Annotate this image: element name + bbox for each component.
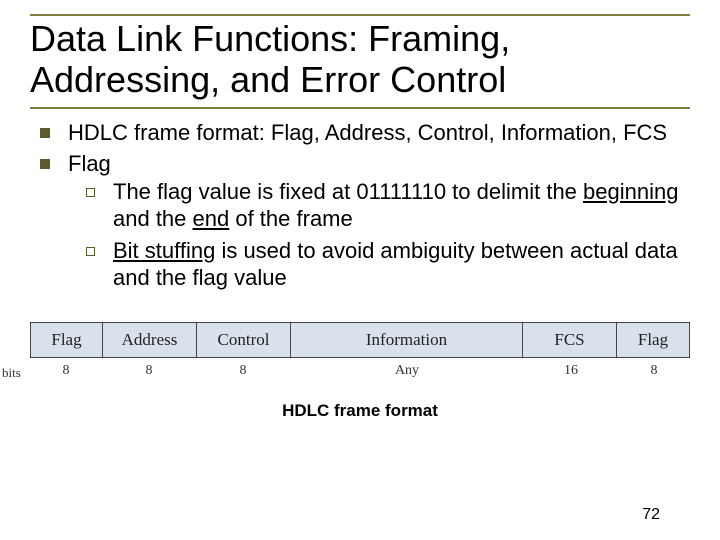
frame-col-flag-end: Flag	[617, 323, 689, 357]
bits-value: 8	[30, 358, 102, 379]
frame-bits-row: 8 8 8 Any 16 8	[30, 358, 690, 379]
sub-bullet-item: The flag value is fixed at 01111110 to d…	[86, 178, 690, 233]
sub-bullet-text: The flag value is fixed at 01111110 to d…	[113, 178, 690, 233]
frame-col-information: Information	[291, 323, 523, 357]
bits-value: 16	[524, 358, 618, 379]
square-bullet-icon	[40, 159, 50, 169]
frame-col-address: Address	[103, 323, 197, 357]
sub-bullet-list: The flag value is fixed at 01111110 to d…	[68, 178, 690, 292]
frame-col-flag: Flag	[31, 323, 103, 357]
sub-bullet-text: Bit stuffing is used to avoid ambiguity …	[113, 237, 690, 292]
bullet-text: Flag The flag value is fixed at 01111110…	[68, 150, 690, 296]
hollow-square-bullet-icon	[86, 188, 95, 197]
diagram-caption: HDLC frame format	[30, 401, 690, 421]
frame-col-control: Control	[197, 323, 291, 357]
bits-axis-label: bits	[2, 365, 21, 381]
sub-bullet-item: Bit stuffing is used to avoid ambiguity …	[86, 237, 690, 292]
frame-col-fcs: FCS	[523, 323, 617, 357]
bullet-text: HDLC frame format: Flag, Address, Contro…	[68, 119, 690, 147]
slide-title: Data Link Functions: Framing, Addressing…	[30, 18, 690, 101]
title-rule-bottom	[30, 107, 690, 109]
bullet-item: HDLC frame format: Flag, Address, Contro…	[40, 119, 690, 147]
bullet-item: Flag The flag value is fixed at 01111110…	[40, 150, 690, 296]
bullet-label: Flag	[68, 151, 111, 176]
bullet-list: HDLC frame format: Flag, Address, Contro…	[30, 119, 690, 296]
bits-value: 8	[196, 358, 290, 379]
square-bullet-icon	[40, 128, 50, 138]
bits-value: Any	[290, 358, 524, 379]
frame-diagram: bits Flag Address Control Information FC…	[30, 322, 690, 379]
page-number: 72	[642, 506, 660, 524]
bits-value: 8	[618, 358, 690, 379]
frame-table: Flag Address Control Information FCS Fla…	[30, 322, 690, 358]
title-rule-top	[30, 14, 690, 16]
bits-value: 8	[102, 358, 196, 379]
hollow-square-bullet-icon	[86, 247, 95, 256]
slide: Data Link Functions: Framing, Addressing…	[0, 0, 720, 540]
